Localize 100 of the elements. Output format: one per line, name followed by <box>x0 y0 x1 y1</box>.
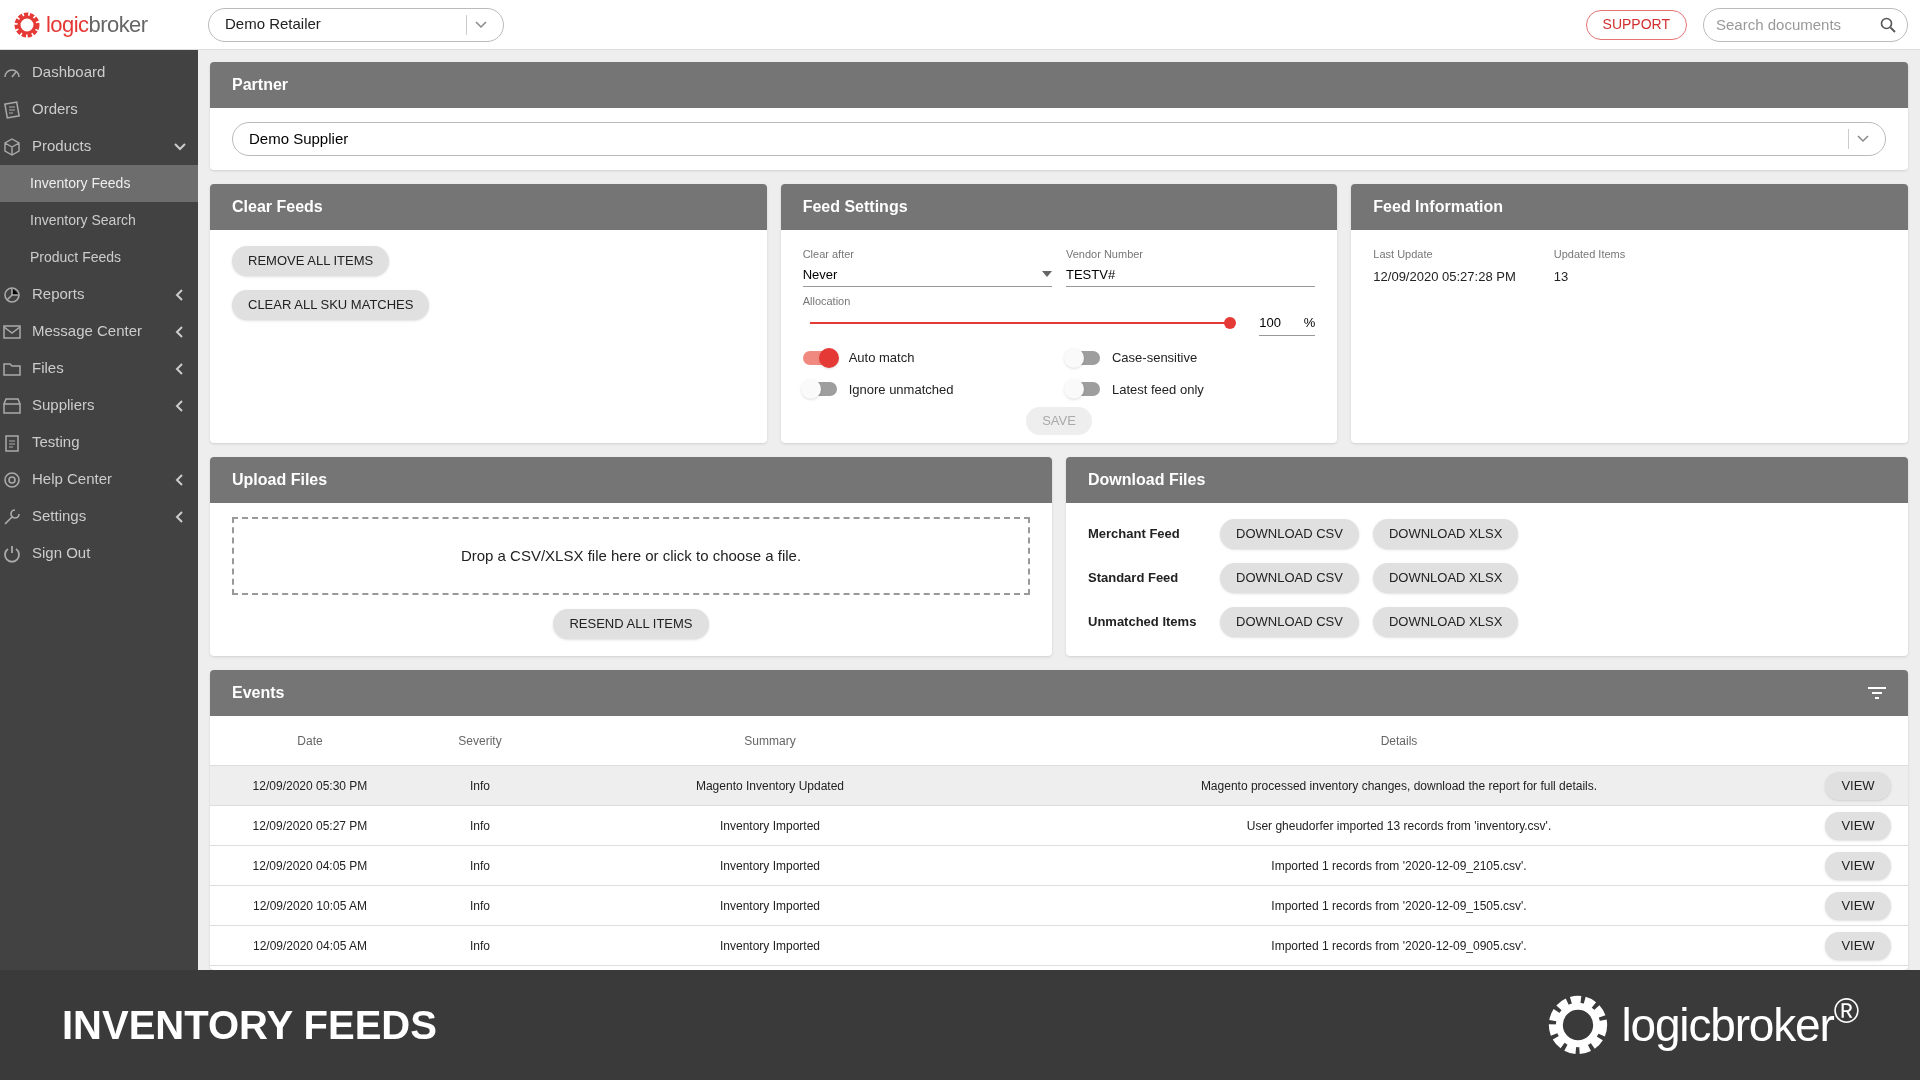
column-header: Severity <box>457 732 503 750</box>
download-button[interactable]: DOWNLOAD XLSX <box>1372 519 1519 549</box>
store-icon <box>2 395 22 416</box>
table-cell-text: Info <box>469 817 491 835</box>
sidebar-subitem[interactable]: Product Feeds <box>0 239 198 276</box>
sidebar-item[interactable]: Reports <box>0 276 198 313</box>
table-cell-text: 12/09/2020 04:05 PM <box>251 857 369 875</box>
table-cell-text: 12/09/2020 05:27 PM <box>251 817 369 835</box>
sidebar-item[interactable]: Help Center <box>0 461 198 498</box>
card-title: Feed Settings <box>802 197 908 217</box>
toggle-label: Ignore unmatched <box>848 380 954 399</box>
table-cell-text: Magento processed inventory changes, download the report for full details. <box>1199 777 1599 795</box>
view-button[interactable]: VIEW <box>1825 811 1891 840</box>
toggle-label: Case-sensitive <box>1112 349 1198 367</box>
action-button[interactable]: CLEAR ALL SKU MATCHES <box>232 290 430 320</box>
sidebar-item[interactable]: Dashboard <box>0 54 198 91</box>
search-field[interactable]: Search documents <box>1703 7 1908 42</box>
sidebar-subitem[interactable]: Inventory Feeds <box>0 165 198 202</box>
logo-text: logicbroker <box>46 11 148 39</box>
table-cell-text: Info <box>469 777 491 795</box>
toggle-switch[interactable] <box>1066 382 1100 397</box>
sidebar-item[interactable]: Settings <box>0 498 198 535</box>
sidebar-item[interactable]: Testing <box>0 424 198 461</box>
sidebar-item[interactable]: Orders <box>0 91 198 128</box>
view-button[interactable]: VIEW <box>1825 931 1891 960</box>
sidebar-item[interactable]: Message Center <box>0 313 198 350</box>
clear-after-select[interactable]: Clear after Never <box>802 246 1052 287</box>
download-button[interactable]: DOWNLOAD XLSX <box>1372 607 1519 637</box>
allocation-label: Allocation <box>802 294 851 309</box>
feed-label: Standard Feed <box>1088 569 1180 588</box>
dropdown-arrow-icon <box>1042 271 1052 278</box>
table-cell-text: Info <box>469 937 491 955</box>
card-title: Events <box>232 683 286 703</box>
clipboard-icon <box>2 432 22 453</box>
toggle-switch[interactable] <box>1066 350 1100 365</box>
filter-icon[interactable] <box>1868 687 1886 699</box>
card-title: Partner <box>232 75 289 95</box>
table-cell-text: Inventory Imported <box>718 857 822 875</box>
event-row[interactable]: 12/09/2020 04:05 AM Info Inventory Imported Imported 1 records from '2020-12-09_0905.csv'. VIEW <box>210 926 1908 966</box>
search-icon <box>1880 16 1896 33</box>
action-button[interactable]: REMOVE ALL ITEMS <box>232 246 390 276</box>
table-cell-text: Imported 1 records from '2020-12-09_0905.csv'. <box>1270 937 1528 955</box>
banner-logo-text: logicbroker$^{®}$ <box>1621 991 1858 1053</box>
banner-title: INVENTORY FEEDS <box>62 1002 437 1049</box>
sidebar-item[interactable]: Files <box>0 350 198 387</box>
download-button[interactable]: DOWNLOAD XLSX <box>1372 563 1519 593</box>
info-label: Last Update <box>1373 247 1434 262</box>
table-cell-text: 12/09/2020 10:05 AM <box>251 897 369 915</box>
table-cell-text: User gheudorfer imported 13 records from 'inventory.csv'. <box>1245 817 1553 835</box>
download-button[interactable]: DOWNLOAD CSV <box>1220 607 1359 637</box>
sidebar-subitem[interactable]: Inventory Search <box>0 202 198 239</box>
toggle-label: Latest feed only <box>1112 380 1204 399</box>
toggle-switch[interactable] <box>802 350 837 365</box>
sidebar-item[interactable]: Products <box>0 128 198 165</box>
table-cell-text: Inventory Imported <box>718 937 822 955</box>
vendor-number-field[interactable]: Vendor Number TESTV# <box>1066 246 1316 287</box>
file-drop-zone[interactable]: Drop a CSV/XLSX file here or click to choose a file. <box>232 517 1030 595</box>
info-value: 13 <box>1553 267 1570 286</box>
view-button[interactable]: VIEW <box>1825 891 1891 920</box>
table-cell-text: 12/09/2020 04:05 AM <box>251 937 369 955</box>
column-header: Details <box>1379 732 1419 750</box>
event-row[interactable]: 12/09/2020 04:05 PM Info Inventory Imported Imported 1 records from '2020-12-09_2105.csv'. VIEW <box>210 846 1908 886</box>
chevron-down-icon <box>1857 135 1869 143</box>
sidebar-item[interactable]: Sign Out <box>0 535 198 572</box>
resend-all-items-button[interactable]: RESEND ALL ITEMS <box>553 609 709 639</box>
column-header: Date <box>296 732 324 750</box>
card-title: Download Files <box>1088 470 1206 490</box>
info-label: Updated Items <box>1553 247 1626 262</box>
box-icon <box>2 136 22 157</box>
event-row[interactable]: 12/09/2020 05:30 PM Info Magento Inventory Updated Magento processed inventory changes, download the report for full details. VIEW <box>210 766 1908 806</box>
document-icon <box>2 99 22 120</box>
table-cell-text: Imported 1 records from '2020-12-09_2105.csv'. <box>1270 857 1528 875</box>
download-button[interactable]: DOWNLOAD CSV <box>1220 519 1359 549</box>
wrench-icon <box>2 506 22 527</box>
info-value: 12/09/2020 05:27:28 PM <box>1373 267 1516 286</box>
table-cell-text: Inventory Imported <box>718 817 822 835</box>
lifebuoy-icon <box>2 469 22 490</box>
table-cell-text: 12/09/2020 05:30 PM <box>251 777 369 795</box>
event-row[interactable]: 12/09/2020 05:27 PM Info Inventory Imported User gheudorfer imported 13 records from 'inventory.csv'. VIEW <box>210 806 1908 846</box>
view-button[interactable]: VIEW <box>1825 851 1891 880</box>
toggle-switch[interactable] <box>802 382 837 397</box>
sidebar-item[interactable]: Suppliers <box>0 387 198 424</box>
pie-chart-icon <box>2 284 22 305</box>
card-title: Clear Feeds <box>232 197 323 217</box>
view-button[interactable]: VIEW <box>1825 771 1891 800</box>
table-cell-text: Imported 1 records from '2020-12-09_1505.csv'. <box>1270 897 1528 915</box>
table-cell-text: Inventory Imported <box>718 897 822 915</box>
table-cell-text: Info <box>469 857 491 875</box>
feed-label: Merchant Feed <box>1088 525 1181 544</box>
download-button[interactable]: DOWNLOAD CSV <box>1220 563 1359 593</box>
table-cell-text: Magento Inventory Updated <box>694 777 846 795</box>
event-row[interactable]: 12/09/2020 10:05 AM Info Inventory Imported Imported 1 records from '2020-12-09_1505.csv'. VIEW <box>210 886 1908 926</box>
column-header: Summary <box>743 732 797 750</box>
toggle-label: Auto match <box>848 349 915 367</box>
power-icon <box>2 543 22 564</box>
chevron-down-icon <box>475 20 487 29</box>
card-title: Upload Files <box>232 470 328 490</box>
feed-label: Unmatched Items <box>1088 613 1198 632</box>
allocation-field[interactable]: 100 % <box>1259 309 1316 336</box>
table-cell-text: Info <box>469 897 491 915</box>
